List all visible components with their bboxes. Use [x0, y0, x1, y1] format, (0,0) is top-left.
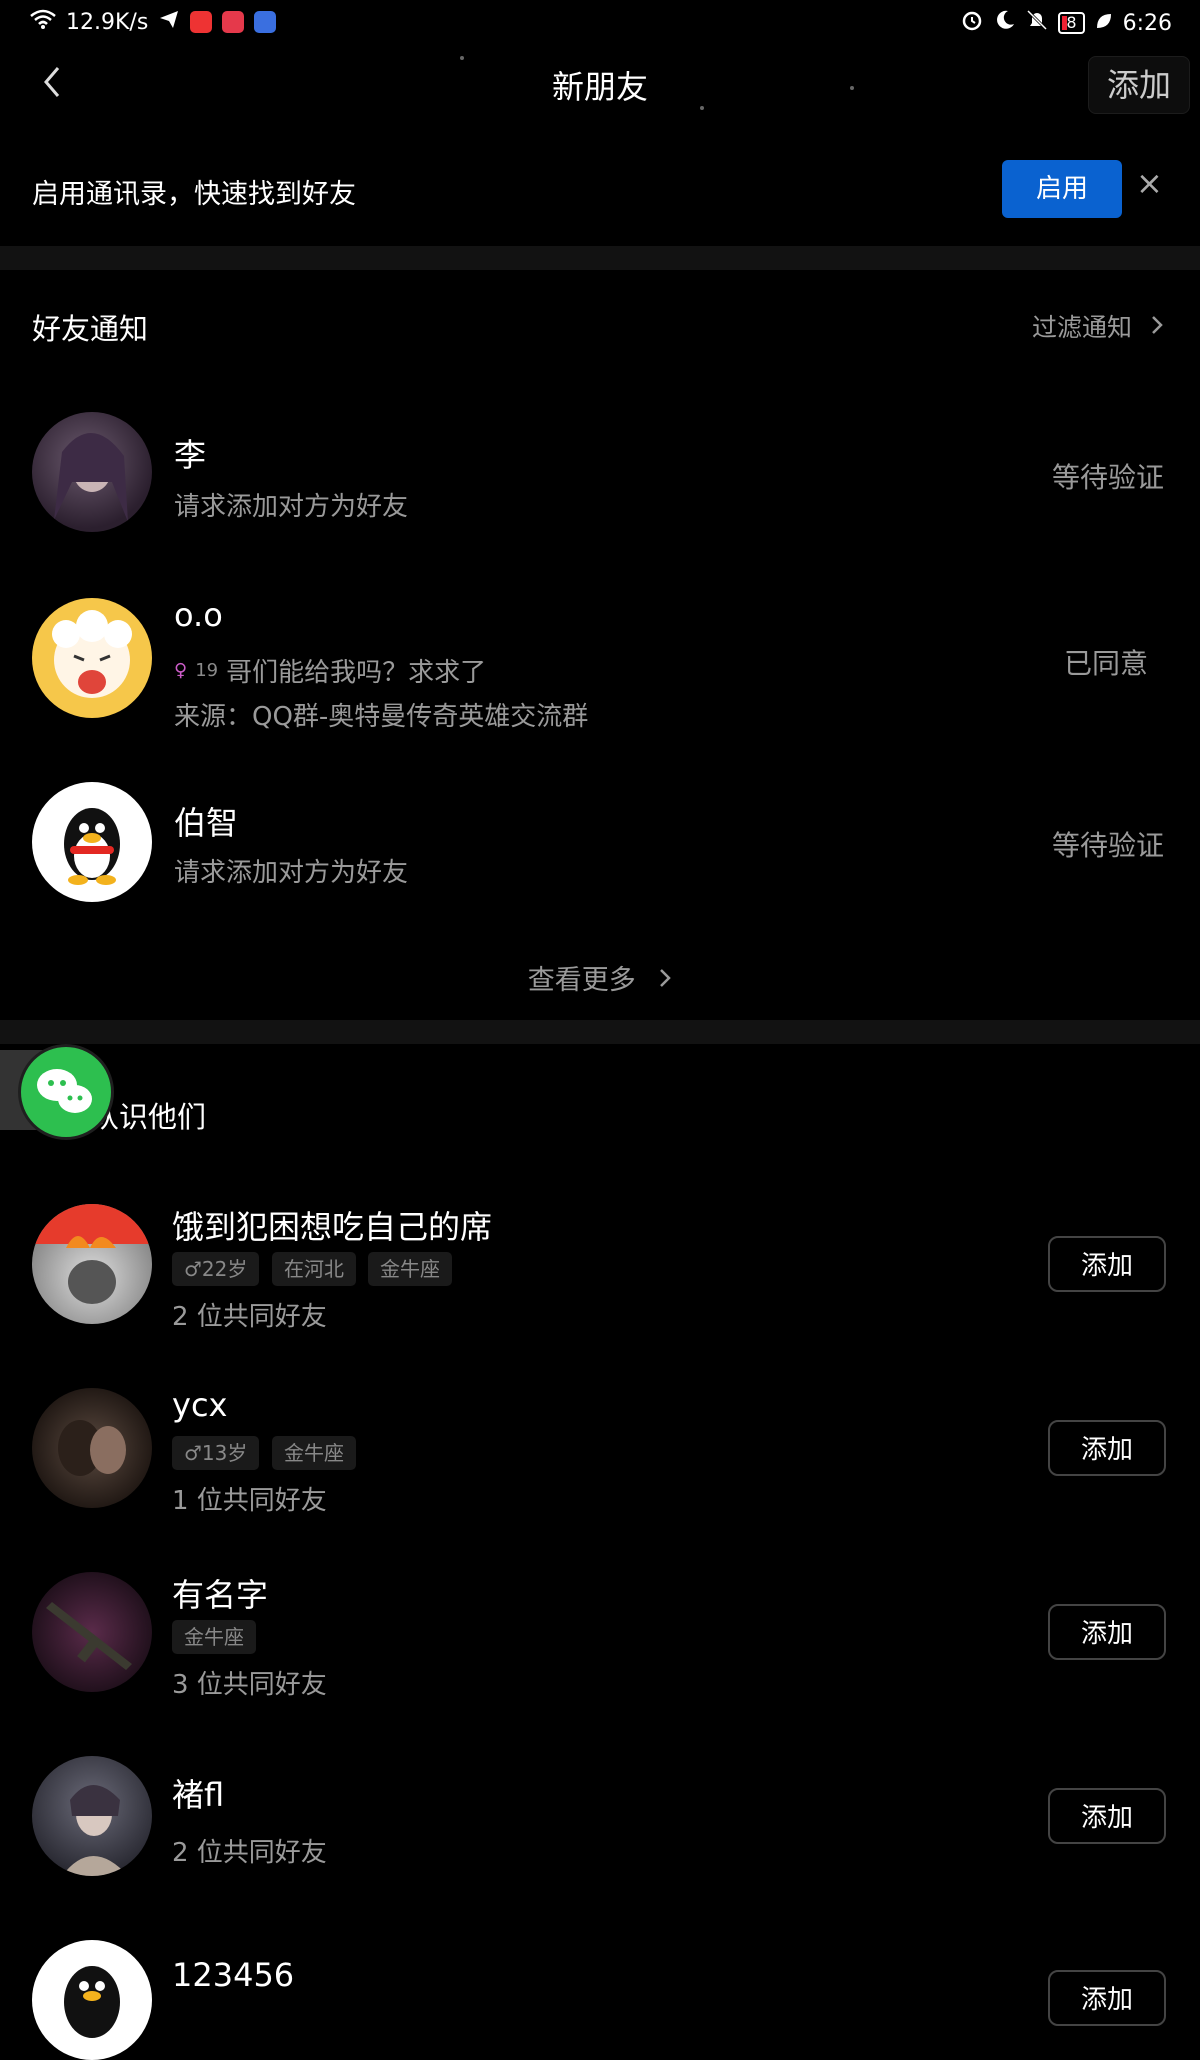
gender-age-tag: ♂13岁 — [172, 1436, 260, 1470]
status-label: 等待验证 — [1051, 829, 1164, 862]
gender-age-tag: ♂22岁 — [172, 1252, 260, 1286]
request-info: ♀ 19 哥们能给我吗？求求了 — [174, 652, 486, 689]
avatar[interactable] — [32, 1940, 152, 2060]
suggestion-name: 有名字 — [172, 1576, 269, 1614]
filter-notifications-link[interactable]: 过滤通知 — [1032, 308, 1164, 344]
zodiac-tag: 金牛座 — [368, 1252, 452, 1286]
request-message: 请求添加对方为好友 — [174, 492, 409, 522]
book-app-icon — [222, 11, 245, 33]
battery-indicator: 8 — [1058, 12, 1085, 34]
contacts-banner: 启用通讯录，快速找到好友 启用 × — [0, 140, 1200, 240]
suggestion-name: 饿到犯困想吃自己的席 — [172, 1208, 493, 1246]
floating-wechat-button[interactable] — [0, 1040, 114, 1140]
status-label: 等待验证 — [1051, 461, 1164, 494]
avatar[interactable] — [32, 1572, 152, 1692]
leaf-icon — [1095, 11, 1113, 36]
suggestion-name: ycx — [172, 1386, 228, 1424]
nav-bar: 新朋友 添加 — [0, 46, 1200, 118]
section-divider — [0, 246, 1200, 270]
add-friend-button[interactable]: 添加 — [1048, 1420, 1166, 1476]
avatar[interactable] — [32, 1204, 152, 1324]
chevron-right-icon — [1150, 313, 1164, 342]
alarm-icon — [960, 8, 984, 38]
send-icon — [158, 8, 180, 36]
filter-label: 过滤通知 — [1032, 313, 1133, 342]
notifications-title: 好友通知 — [32, 312, 149, 346]
close-icon[interactable]: × — [1136, 164, 1163, 202]
view-more-label: 查看更多 — [527, 965, 636, 996]
add-friend-button[interactable]: 添加 — [1048, 1236, 1166, 1292]
section-divider — [0, 1020, 1200, 1044]
status-bar: 12.9K/s 8 6:26 — [0, 0, 1200, 46]
mutual-friends: 2 位共同好友 — [172, 1302, 327, 1332]
friend-name: 伯智 — [174, 804, 239, 842]
music-app-icon — [254, 11, 277, 33]
mute-bell-icon — [1026, 9, 1048, 37]
moon-icon — [994, 9, 1016, 37]
location-tag: 在河北 — [272, 1252, 356, 1286]
avatar[interactable] — [32, 1388, 152, 1508]
chevron-right-icon — [658, 965, 672, 996]
suggestion-name: 123456 — [172, 1956, 295, 1994]
request-message: 哥们能给我吗？求求了 — [226, 658, 487, 688]
avatar[interactable] — [32, 1756, 152, 1876]
friend-name: o.o — [174, 596, 223, 634]
female-icon: ♀ — [174, 660, 188, 681]
add-button[interactable]: 添加 — [1088, 56, 1190, 114]
network-speed: 12.9K/s — [66, 9, 149, 35]
clock-time: 6:26 — [1122, 10, 1172, 36]
enable-button[interactable]: 启用 — [1002, 160, 1122, 218]
page-title: 新朋友 — [551, 68, 648, 106]
avatar[interactable] — [32, 412, 152, 532]
app-notification-icon — [190, 11, 213, 33]
status-right: 8 6:26 — [960, 8, 1172, 38]
banner-text: 启用通讯录，快速找到好友 — [32, 179, 356, 210]
friend-name: 李 — [174, 436, 207, 474]
request-message: 请求添加对方为好友 — [174, 858, 409, 888]
age-label: 19 — [195, 660, 219, 681]
add-friend-button[interactable]: 添加 — [1048, 1604, 1166, 1660]
mutual-friends: 2 位共同好友 — [172, 1838, 327, 1868]
star-decoration — [460, 56, 464, 60]
wechat-icon — [18, 1044, 114, 1140]
mutual-friends: 3 位共同好友 — [172, 1670, 327, 1700]
avatar[interactable] — [32, 782, 152, 902]
status-label: 已同意 — [1063, 647, 1148, 680]
avatar[interactable] — [32, 598, 152, 718]
add-friend-button[interactable]: 添加 — [1048, 1788, 1166, 1844]
source-label: 来源：QQ群-奥特曼传奇英雄交流群 — [174, 702, 589, 732]
wifi-icon — [30, 8, 56, 36]
zodiac-tag: 金牛座 — [172, 1620, 256, 1654]
zodiac-tag: 金牛座 — [272, 1436, 356, 1470]
view-more-link[interactable]: 查看更多 — [0, 958, 1200, 997]
mutual-friends: 1 位共同好友 — [172, 1486, 327, 1516]
add-friend-button[interactable]: 添加 — [1048, 1970, 1166, 2026]
suggestion-name: 褚fl — [172, 1776, 225, 1814]
status-left: 12.9K/s — [30, 8, 277, 36]
